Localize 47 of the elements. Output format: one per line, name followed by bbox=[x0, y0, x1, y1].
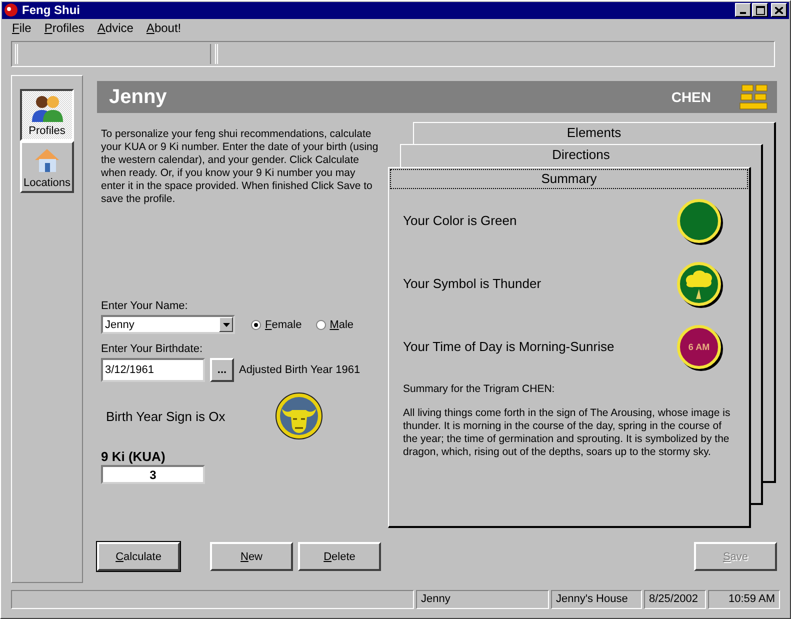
action-button[interactable]: Delete bbox=[298, 542, 381, 571]
trigram-icon bbox=[739, 84, 769, 110]
summary-text: Your Time of Day is Morning-Sunrise bbox=[403, 339, 614, 354]
date-picker-button[interactable]: ... bbox=[210, 358, 234, 382]
tab[interactable]: Summary bbox=[390, 169, 748, 189]
minimize-button[interactable] bbox=[735, 3, 751, 18]
tab[interactable]: Directions bbox=[401, 145, 761, 165]
status-pane: 8/25/2002 bbox=[644, 590, 706, 609]
action-button[interactable]: New bbox=[210, 542, 293, 571]
name-label: Enter Your Name: bbox=[101, 300, 189, 312]
menu-item[interactable]: About! bbox=[139, 20, 188, 35]
calculate-button[interactable]: Calculate bbox=[97, 542, 180, 571]
minimize-icon bbox=[740, 12, 746, 14]
close-button[interactable] bbox=[771, 3, 787, 18]
birthdate-label: Enter Your Birthdate: bbox=[101, 343, 204, 355]
instructions-text: To personalize your feng shui recommendations, calculate your KUA or 9 Ki number. Enter the date of your birth (using the western calendar), and your gender. Click Calculate when ready. Or, if you know your 9 Ki number you may enter it in the space provided. When finished Click Save to save the profile. bbox=[101, 128, 379, 206]
birthdate-field[interactable]: 3/12/1961 bbox=[101, 358, 205, 382]
tab[interactable]: Elements bbox=[414, 123, 774, 143]
summary-paragraph: All living things come forth in the sign of The Arousing, whose image is thunder. It is morning in the course of the day, spring in the course of the year; the time of germination and sprouting. It is symbolized by the dragon, which, rising out of the depths, soars up to the stormy sky. bbox=[403, 407, 732, 459]
trigram-name: CHEN bbox=[671, 89, 711, 105]
menu-item[interactable]: Profiles bbox=[37, 20, 90, 35]
status-pane: Jenny's House bbox=[551, 590, 642, 609]
gender-radio[interactable]: Male bbox=[316, 318, 354, 330]
dropdown-arrow-icon bbox=[222, 322, 230, 326]
menu-item[interactable]: File bbox=[5, 20, 38, 35]
summary-text: Your Symbol is Thunder bbox=[403, 276, 542, 291]
name-dropdown[interactable]: Jenny bbox=[101, 315, 235, 334]
time-badge: 6 AM bbox=[677, 324, 721, 368]
summary-text: Your Color is Green bbox=[403, 213, 517, 228]
ki-field[interactable]: 3 bbox=[101, 465, 205, 484]
gender-radio[interactable]: Female bbox=[251, 318, 302, 330]
status-pane: 10:59 AM bbox=[708, 590, 780, 609]
status-pane: Jenny bbox=[416, 590, 549, 609]
maximize-button[interactable] bbox=[752, 3, 768, 18]
ox-head-icon bbox=[274, 391, 324, 441]
sidebar-item[interactable]: Profiles bbox=[20, 89, 74, 141]
maximize-icon bbox=[756, 6, 764, 15]
window-title: Feng Shui bbox=[22, 3, 81, 18]
summary-heading: Summary for the Trigram CHEN: bbox=[403, 383, 556, 395]
app-icon bbox=[4, 3, 18, 18]
adjusted-year-text: Adjusted Birth Year 1961 bbox=[239, 364, 360, 376]
profile-name: Jenny bbox=[109, 86, 168, 108]
close-icon bbox=[775, 6, 783, 14]
ki-label: 9 Ki (KUA) bbox=[101, 449, 166, 464]
sign-text: Birth Year Sign is Ox bbox=[106, 408, 226, 424]
menu-item[interactable]: Advice bbox=[90, 20, 140, 35]
sidebar-item[interactable]: Locations bbox=[20, 141, 74, 193]
